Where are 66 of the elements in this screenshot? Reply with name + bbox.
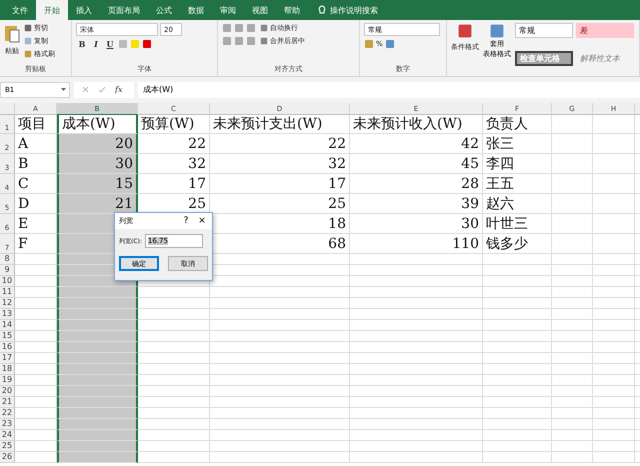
row-header[interactable]: 16 [0, 342, 15, 353]
table-cell: 30 [350, 214, 483, 234]
ribbon-tab[interactable]: 文件 [4, 0, 36, 20]
italic-button[interactable]: I [90, 39, 102, 49]
ribbon-tab[interactable]: 数据 [180, 0, 212, 20]
table-cell: 39 [350, 194, 483, 214]
ribbon-tab[interactable]: 开始 [36, 0, 68, 20]
row-header[interactable]: 26 [0, 452, 15, 463]
ribbon-tab[interactable]: 插入 [68, 0, 100, 20]
ribbon-tab[interactable]: 帮助 [276, 0, 308, 20]
help-button[interactable]: ? [180, 216, 192, 226]
ribbon-tab[interactable]: 审阅 [212, 0, 244, 20]
cell-style[interactable]: 差 [576, 23, 634, 38]
close-button[interactable]: × [196, 216, 208, 226]
table-cell: 张三 [483, 134, 552, 154]
table-cell: 22 [138, 134, 210, 154]
row-header[interactable]: 18 [0, 364, 15, 375]
row-header[interactable]: 13 [0, 309, 15, 320]
ribbon-tab[interactable]: 视图 [244, 0, 276, 20]
insert-function-button[interactable]: fx [115, 85, 122, 94]
table-cell: 20 [57, 134, 138, 154]
table-cell: 赵六 [483, 194, 552, 214]
underline-button[interactable]: U [104, 39, 116, 49]
tell-me-search[interactable]: 操作说明搜索 [330, 4, 378, 16]
table-cell: 32 [138, 154, 210, 174]
ribbon-tab[interactable]: 公式 [148, 0, 180, 20]
table-cell: 30 [57, 154, 138, 174]
table-cell: 25 [210, 194, 350, 214]
table-cell: 成本(W) [57, 115, 138, 134]
table-cell: 32 [210, 154, 350, 174]
row-header[interactable]: 8 [0, 254, 15, 265]
table-cell: 21 [57, 194, 138, 214]
table-cell: 110 [350, 234, 483, 254]
table-cell: 15 [57, 174, 138, 194]
table-cell: 王五 [483, 174, 552, 194]
row-header[interactable]: 19 [0, 375, 15, 386]
table-cell: 28 [350, 174, 483, 194]
row-header[interactable]: 21 [0, 397, 15, 408]
bold-button[interactable]: B [76, 39, 88, 49]
row-header[interactable]: 11 [0, 287, 15, 298]
row-header[interactable]: 14 [0, 320, 15, 331]
table-cell: 45 [350, 154, 483, 174]
table-cell: 钱多少 [483, 234, 552, 254]
table-cell: 负责人 [483, 115, 552, 134]
row-header[interactable]: 9 [0, 265, 15, 276]
row-header[interactable]: 10 [0, 276, 15, 287]
row-header[interactable]: 12 [0, 298, 15, 309]
table-cell: 17 [138, 174, 210, 194]
row-header[interactable]: 15 [0, 331, 15, 342]
table-cell: 22 [210, 134, 350, 154]
table-cell: 未来预计支出(W) [210, 115, 350, 134]
table-cell: 17 [210, 174, 350, 194]
row-header[interactable]: 23 [0, 419, 15, 430]
row-header[interactable]: 22 [0, 408, 15, 419]
table-cell: 未来预计收入(W) [350, 115, 483, 134]
table-cell: 42 [350, 134, 483, 154]
row-header[interactable]: 25 [0, 441, 15, 452]
formula-field[interactable]: 成本(W) [138, 82, 640, 98]
ribbon-tab[interactable]: 页面布局 [100, 0, 148, 20]
row-header[interactable]: 20 [0, 386, 15, 397]
cell-style[interactable]: 常规 [515, 23, 573, 38]
table-cell: 预算(W) [138, 115, 210, 134]
table-cell: 李四 [483, 154, 552, 174]
row-header[interactable]: 24 [0, 430, 15, 441]
row-header[interactable]: 17 [0, 353, 15, 364]
table-cell: 叶世三 [483, 214, 552, 234]
